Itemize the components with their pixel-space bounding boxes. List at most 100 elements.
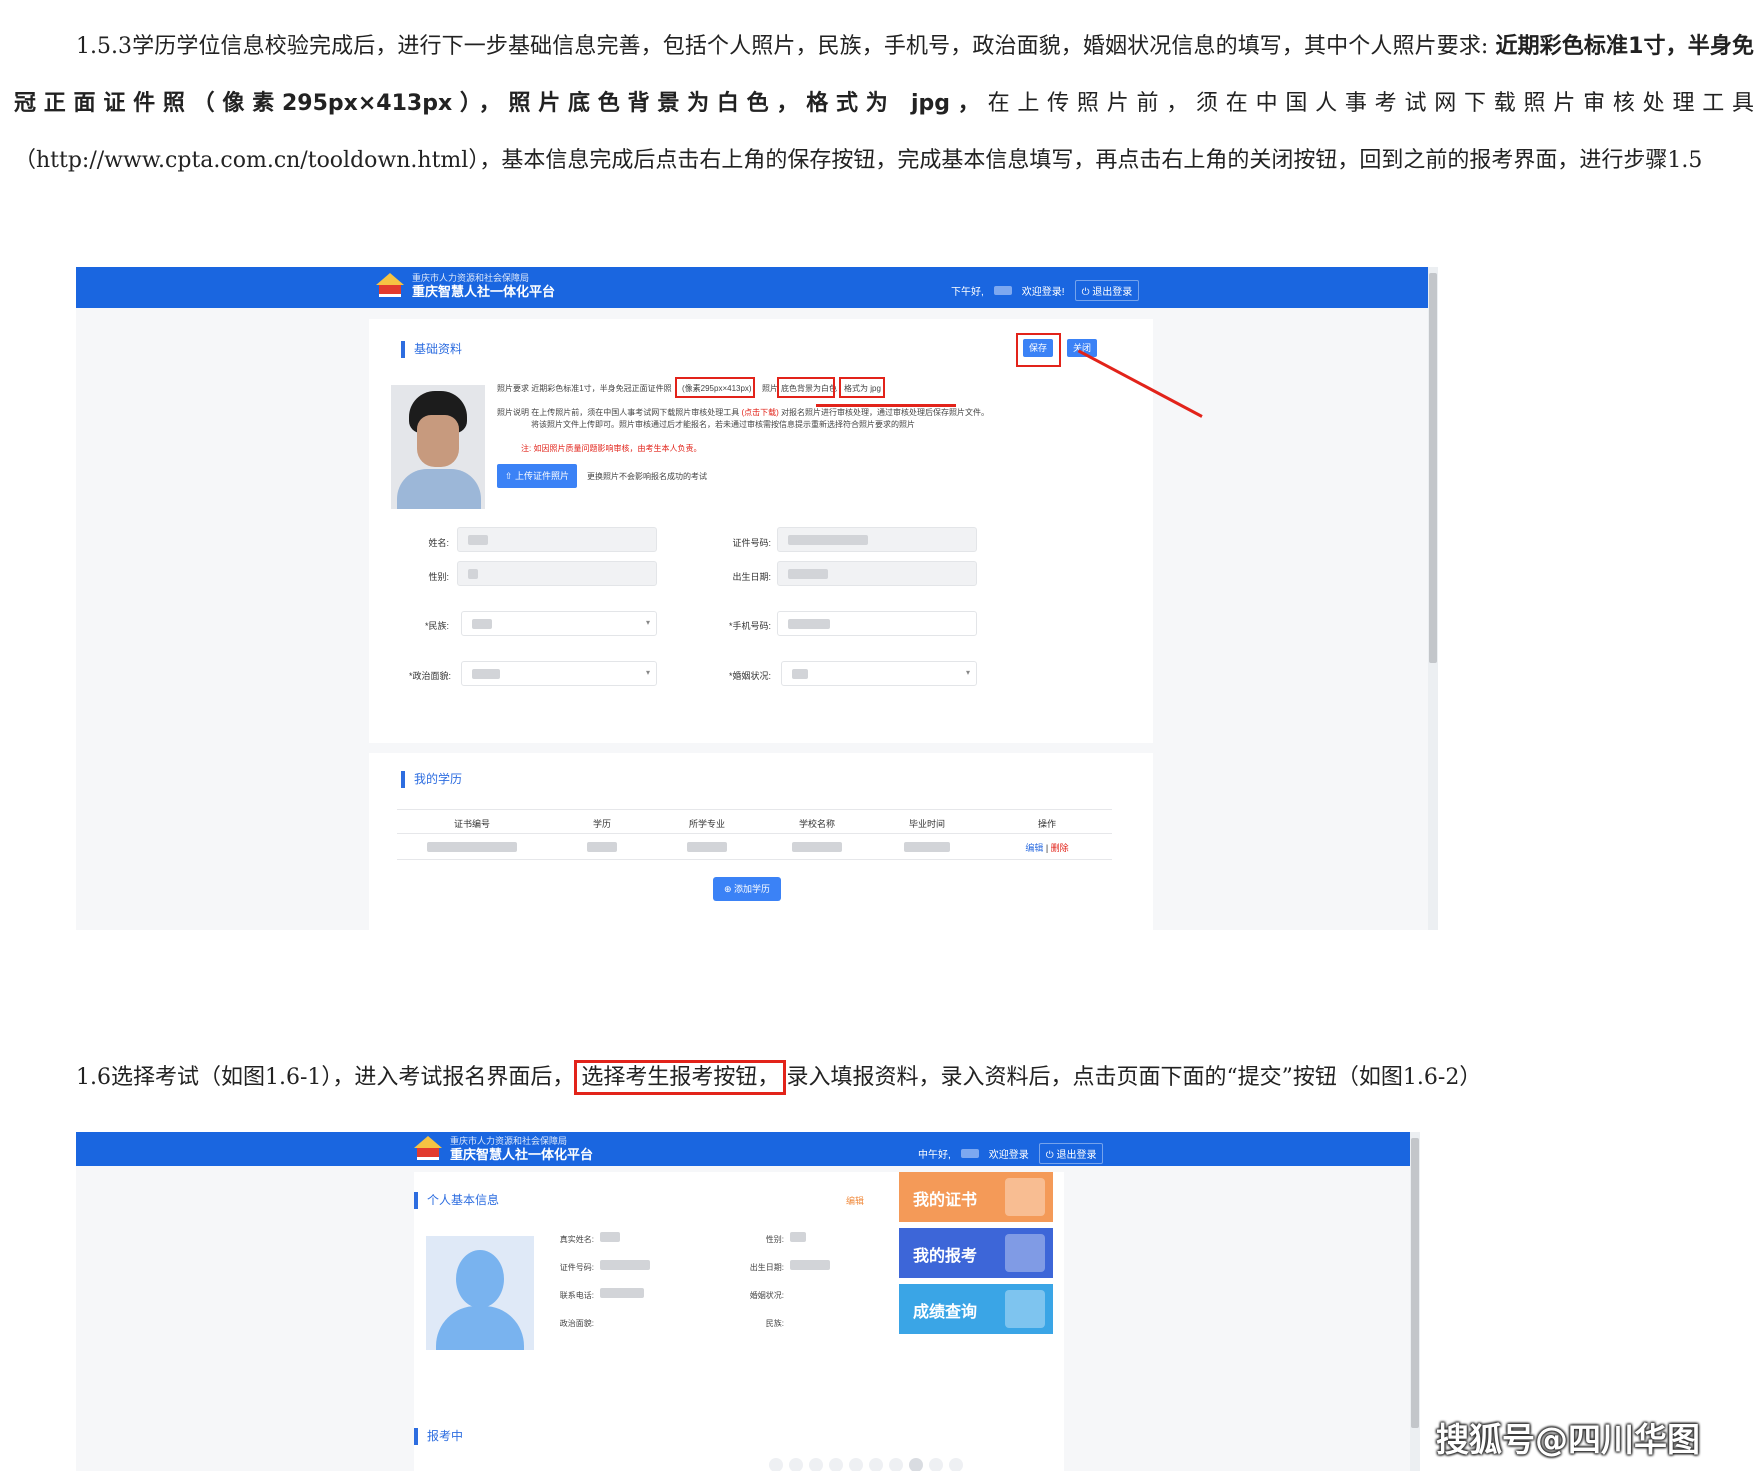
carousel-dot[interactable] (849, 1458, 863, 1471)
carousel-dot[interactable] (769, 1458, 783, 1471)
save-highlight-box (1016, 333, 1061, 367)
photo-note-label: 照片说明 (497, 408, 529, 417)
label-birth-date: 出生日期: (749, 1263, 784, 1272)
carousel-dot[interactable] (829, 1458, 843, 1471)
platform-name: 重庆智慧人社一体化平台 (450, 1146, 594, 1162)
education-card: 我的学历 证书编号 学历 所学专业 学校名称 毕业时间 操作 编辑 | 删除 ⊕… (369, 753, 1153, 930)
edit-education-link[interactable]: 编辑 (1025, 843, 1043, 853)
label-real-name: 真实姓名: (559, 1235, 594, 1244)
photo-note-text-2: 对报名照片进行审核处理，通过审核处理后保存照片文件。 (781, 408, 990, 417)
platform-name: 重庆智慧人社一体化平台 (412, 283, 556, 299)
user-area: 中午好, 欢迎登录 ⏻ 退出登录 (918, 1143, 1104, 1164)
chevron-down-icon: ▾ (965, 668, 970, 677)
carousel-dot[interactable] (889, 1458, 903, 1471)
label-marital-status: 婚姻状况: (749, 1291, 784, 1300)
computer-user-icon (1005, 1234, 1045, 1272)
scrollbar[interactable] (1410, 1132, 1420, 1471)
greeting: 下午好, (951, 287, 984, 298)
label-phone: *手机号码: (728, 621, 771, 631)
photo-req-label: 照片要求 (497, 384, 529, 393)
logout-button[interactable]: ⏻ 退出登录 (1038, 1143, 1104, 1164)
label-id-number: 证件号码: (732, 538, 771, 548)
instruction-paragraph-1-6: 1.6选择考试（如图1.6-1），进入考试报名界面后， 选择考生报考按钮， 录入填报… (76, 1058, 1481, 1098)
birth-date-field[interactable] (777, 561, 977, 586)
gender-field[interactable] (457, 561, 657, 586)
upload-hint: 更换照片不会影响报名成功的考试 (587, 472, 707, 481)
para2-before: 1.6选择考试（如图1.6-1），进入考试报名界面后， (76, 1065, 575, 1090)
label-political-status: 政治面貌: (559, 1319, 594, 1328)
platform-logo: 重庆市人力资源和社会保障局 重庆智慧人社一体化平台 (414, 1136, 593, 1162)
edu-cell-degree (572, 841, 632, 852)
add-education-button[interactable]: ⊕ 添加学历 (713, 877, 781, 901)
name-field[interactable] (457, 527, 657, 552)
carousel-dot[interactable] (929, 1458, 943, 1471)
platform-logo: 重庆市人力资源和社会保障局 重庆智慧人社一体化平台 (376, 273, 555, 299)
para2-after: 录入填报资料，录入资料后，点击页面下面的“提交”按钮（如图1.6-2） (786, 1065, 1482, 1090)
basic-info-card: 基础资料 保存 关闭 照片要求 近期彩色标准1寸，半身免冠正面证件照 (像素29… (369, 319, 1153, 743)
tile-my-applications[interactable]: 我的报考 (899, 1228, 1053, 1278)
screenshot-portal-home: 重庆市人力资源和社会保障局 重庆智慧人社一体化平台 中午好, 欢迎登录 ⏻ 退出… (76, 1132, 1420, 1471)
section-title-education: 我的学历 (401, 771, 462, 788)
photo-note-text-3: 将该照片文件上传即可。照片审核通过后才能报名，若未通过审核需按信息提示重新选择符… (531, 420, 915, 429)
carousel-dot[interactable] (869, 1458, 883, 1471)
edu-header-grad-date: 毕业时间 (908, 819, 945, 829)
scroll-thumb[interactable] (1429, 273, 1437, 663)
id-number-field[interactable] (777, 527, 977, 552)
download-tool-link[interactable]: (点击下载) (741, 408, 778, 417)
greeting: 中午好, (918, 1150, 951, 1161)
section-title-applying: 报考中 (414, 1428, 463, 1445)
scrollbar[interactable] (1428, 267, 1438, 930)
value-real-name (600, 1232, 620, 1242)
upload-label: 上传证件照片 (515, 471, 570, 481)
format-highlight-box (839, 377, 885, 398)
label-ethnicity: *民族: (424, 621, 449, 631)
section-title-personal: 个人基本信息 (414, 1192, 499, 1209)
emblem-icon (414, 1136, 442, 1162)
ethnicity-select[interactable]: ▾ (461, 611, 657, 636)
applicant-photo (391, 385, 485, 509)
section-title-basic: 基础资料 (401, 341, 462, 358)
chevron-down-icon: ▾ (645, 668, 650, 677)
political-status-select[interactable]: ▾ (461, 661, 657, 686)
photo-warning: 注: 如因照片质量问题影响审核，由考生本人负责。 (521, 444, 702, 453)
tile-score-query[interactable]: 成绩查询 (899, 1284, 1053, 1334)
personal-info-card: 个人基本信息 编辑 真实姓名: 证件号码: 联系电话: 政治面貌: 性别: 出生… (414, 1172, 1064, 1471)
tile-cert-label: 我的证书 (913, 1192, 978, 1209)
carousel-dots (769, 1458, 963, 1471)
username-blurred (960, 1149, 979, 1158)
label-phone: 联系电话: (559, 1291, 594, 1300)
label-name: 姓名: (428, 538, 449, 548)
edu-header-degree: 学历 (592, 819, 611, 829)
value-id-number (600, 1260, 650, 1270)
label-gender: 性别: (428, 572, 449, 582)
photo-req-text: 近期彩色标准1寸，半身免冠正面证件照 (531, 384, 672, 393)
chevron-down-icon: ▾ (645, 618, 650, 627)
edu-cell-action: 编辑 | 删除 (1025, 843, 1069, 853)
instruction-paragraph-1-5-3: 1.5.3学历学位信息校验完成后，进行下一步基础信息完善，包括个人照片，民族，手… (14, 18, 1754, 189)
add-education-label: 添加学历 (734, 884, 771, 894)
phone-field[interactable] (777, 611, 977, 636)
edu-header-school: 学校名称 (798, 819, 835, 829)
marital-status-select[interactable]: ▾ (781, 661, 977, 686)
label-gender: 性别: (765, 1235, 784, 1244)
edu-cell-school (782, 841, 852, 852)
logout-button[interactable]: ⏻ 退出登录 (1074, 280, 1140, 301)
upload-photo-button[interactable]: ⇧ 上传证件照片 (497, 464, 577, 488)
scroll-thumb[interactable] (1411, 1138, 1419, 1428)
label-birth-date: 出生日期: (732, 572, 771, 582)
carousel-dot[interactable] (949, 1458, 963, 1471)
carousel-dot[interactable] (809, 1458, 823, 1471)
tile-score-label: 成绩查询 (913, 1304, 978, 1321)
bg-highlight-box (777, 377, 835, 398)
welcome-text: 欢迎登录 (988, 1150, 1029, 1161)
certificate-icon (1005, 1178, 1045, 1216)
edit-personal-link[interactable]: 编辑 (846, 1194, 864, 1207)
logout-label: 退出登录 (1056, 1150, 1097, 1161)
delete-education-link[interactable]: 删除 (1051, 843, 1069, 853)
user-area: 下午好, 欢迎登录! ⏻ 退出登录 (951, 280, 1140, 301)
carousel-dot-active[interactable] (909, 1458, 923, 1471)
tile-my-certificates[interactable]: 我的证书 (899, 1172, 1053, 1222)
label-id-number: 证件号码: (559, 1263, 594, 1272)
edu-header-major: 所学专业 (688, 819, 725, 829)
carousel-dot[interactable] (789, 1458, 803, 1471)
